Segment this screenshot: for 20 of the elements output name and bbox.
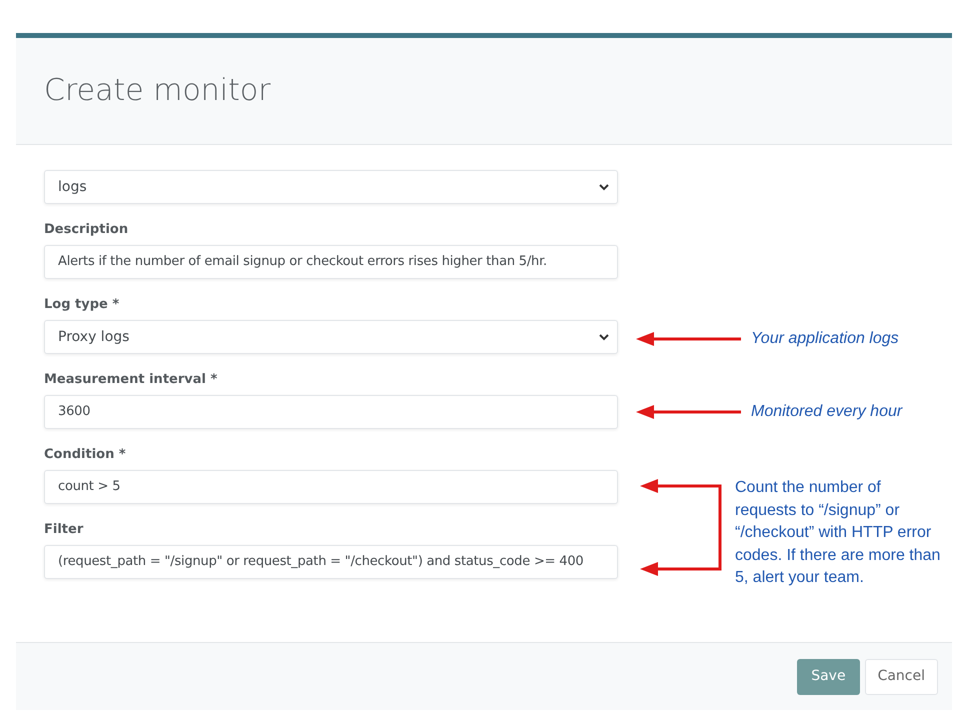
arrow-icon [636,405,742,419]
field-label: Measurement interval * [44,372,218,388]
annotation-text: Monitored every hour [751,402,902,422]
field-label: Filter [44,522,84,538]
input-field[interactable]: count > 5 [44,470,618,504]
input-field[interactable]: Alerts if the number of email signup or checkout errors rises higher than 5/hr. [44,245,618,279]
dropdown[interactable]: Proxy logs [44,320,618,354]
arrow-icon [636,332,742,346]
annotation-text: Count the number of requests to “/signup” or “/checkout” with HTTP error codes. If there are more than 5, alert your team. [735,478,942,588]
input-field[interactable]: 3600 [44,395,618,429]
modal-title: Create monitor [44,76,271,106]
chevron-down-icon [599,184,609,190]
annotation-text: Your application logs [751,329,899,349]
chevron-down-icon [599,334,609,340]
field-label: Log type * [44,297,120,313]
cancel-button[interactable]: Cancel [864,658,938,694]
field-label: Condition * [44,447,126,463]
field-label: Description [44,222,128,238]
dropdown[interactable]: logs [44,170,618,204]
input-field[interactable]: (request_path = "/signup" or request_path = "/checkout") and status_code >= 400 [44,545,618,579]
